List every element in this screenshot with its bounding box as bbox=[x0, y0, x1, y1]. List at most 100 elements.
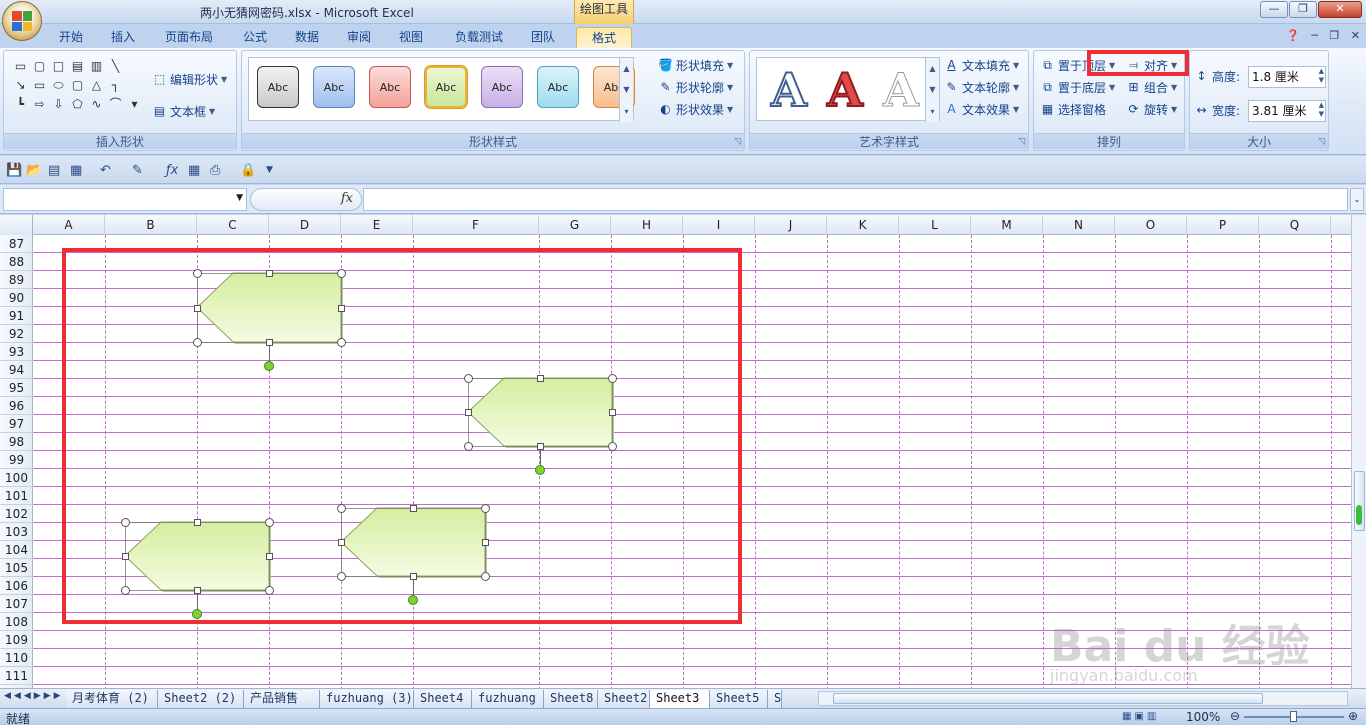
row-header[interactable]: 87 bbox=[0, 235, 33, 253]
column-header-e[interactable]: E bbox=[341, 215, 413, 235]
wordart-down-icon[interactable]: ▼ bbox=[929, 85, 935, 94]
tab-home[interactable]: 开始 bbox=[52, 27, 90, 48]
rect-shape-icon[interactable]: ▭ bbox=[12, 59, 29, 74]
right-arrow-shape-icon[interactable]: ⇨ bbox=[31, 97, 48, 112]
text-box-button[interactable]: ▤ 文本框 ▼ bbox=[152, 103, 215, 120]
row-header[interactable]: 101 bbox=[0, 487, 33, 505]
scroll-thumb[interactable] bbox=[833, 693, 1263, 704]
lock-icon[interactable]: 🔒 bbox=[240, 163, 256, 178]
save-icon[interactable]: 💾 bbox=[6, 163, 22, 178]
column-header-g[interactable]: G bbox=[539, 215, 611, 235]
square-shape-icon[interactable]: □ bbox=[50, 59, 67, 74]
column-header-j[interactable]: J bbox=[755, 215, 827, 235]
wordart-style-white[interactable]: A bbox=[875, 62, 927, 118]
tab-formulas[interactable]: 公式 bbox=[236, 27, 274, 48]
row-header[interactable]: 99 bbox=[0, 451, 33, 469]
help-icon[interactable]: ❓ bbox=[1286, 29, 1300, 42]
tab-data[interactable]: 数据 bbox=[288, 27, 326, 48]
style-swatch-purple[interactable]: Abc bbox=[481, 66, 523, 108]
elbow-shape-icon[interactable]: ┐ bbox=[107, 78, 124, 93]
row-header[interactable]: 95 bbox=[0, 379, 33, 397]
arc-shape-icon[interactable]: ⌒ bbox=[107, 97, 124, 112]
zoom-out-icon[interactable]: ⊖ bbox=[1230, 709, 1240, 723]
sheet-tab[interactable]: Sheet5 bbox=[710, 690, 768, 708]
zoom-slider[interactable] bbox=[1244, 711, 1344, 722]
row-header[interactable]: 106 bbox=[0, 577, 33, 595]
dialog-launcher-icon[interactable]: ◹ bbox=[1318, 137, 1325, 147]
gallery-down-icon[interactable]: ▼ bbox=[623, 85, 629, 94]
pentagon-shape-icon[interactable]: ⬠ bbox=[69, 97, 86, 112]
column-header-q[interactable]: Q bbox=[1259, 215, 1331, 235]
rounded-shape-icon[interactable]: ▢ bbox=[69, 78, 86, 93]
close-button[interactable]: ✕ bbox=[1318, 1, 1362, 18]
sheet-tab[interactable]: Sheet3 bbox=[650, 690, 710, 708]
column-header-o[interactable]: O bbox=[1115, 215, 1187, 235]
camera-icon[interactable]: ⎙ bbox=[210, 163, 220, 178]
dialog-launcher-icon[interactable]: ◹ bbox=[734, 137, 741, 147]
table-icon[interactable]: ▦ bbox=[188, 163, 200, 178]
height-input[interactable]: 1.8 厘米 ▲ ▼ bbox=[1248, 66, 1326, 88]
undo-icon[interactable]: ↶ bbox=[100, 163, 111, 178]
row-header[interactable]: 89 bbox=[0, 271, 33, 289]
rotate-button[interactable]: ⟳ 旋转 ▼ bbox=[1126, 101, 1177, 118]
shape-styles-gallery[interactable]: Abc Abc Abc Abc Abc Abc Abc ▲ ▼ ▾ bbox=[248, 57, 635, 122]
send-to-back-button[interactable]: ⧉ 置于底层 ▼ bbox=[1040, 79, 1115, 96]
arrow-line-shape-icon[interactable]: ↘ bbox=[12, 78, 29, 93]
tab-format[interactable]: 格式 bbox=[576, 27, 632, 48]
column-header-h[interactable]: H bbox=[611, 215, 683, 235]
wordart-up-icon[interactable]: ▲ bbox=[929, 64, 935, 73]
blank-shape-icon[interactable] bbox=[126, 59, 143, 74]
tab-insert[interactable]: 插入 bbox=[104, 27, 142, 48]
ribbon-minimize-icon[interactable]: ─ bbox=[1311, 29, 1318, 42]
insert-function-icon[interactable]: fx bbox=[341, 191, 353, 206]
width-input[interactable]: 3.81 厘米 ▲ ▼ bbox=[1248, 100, 1326, 122]
more-shapes-icon[interactable]: ▾ bbox=[126, 97, 143, 112]
function-icon[interactable]: ƒx bbox=[166, 163, 178, 178]
column-header-a[interactable]: A bbox=[33, 215, 105, 235]
style-swatch-gray[interactable]: Abc bbox=[257, 66, 299, 108]
tab-review[interactable]: 审阅 bbox=[340, 27, 378, 48]
shape-fill-button[interactable]: 🪣 形状填充 ▼ bbox=[658, 57, 733, 74]
down-arrow-shape-icon[interactable]: ⇩ bbox=[50, 97, 67, 112]
open-icon[interactable]: 📂 bbox=[26, 163, 42, 178]
row-header[interactable]: 105 bbox=[0, 559, 33, 577]
select-all-corner[interactable] bbox=[0, 215, 33, 235]
row-header[interactable]: 108 bbox=[0, 613, 33, 631]
sheet-tab[interactable]: fuzhuang bbox=[472, 690, 544, 708]
ribbon-close-icon[interactable]: ✕ bbox=[1351, 29, 1360, 42]
column-header-b[interactable]: B bbox=[105, 215, 197, 235]
formula-input[interactable] bbox=[363, 188, 1348, 211]
column-header-k[interactable]: K bbox=[827, 215, 899, 235]
column-header-c[interactable]: C bbox=[197, 215, 269, 235]
chevron-down-icon[interactable]: ▼ bbox=[236, 193, 243, 203]
wordart-gallery[interactable]: A A A ▲ ▼ ▾ bbox=[756, 57, 940, 122]
customize-qat-icon[interactable]: ▼ bbox=[266, 165, 273, 175]
wordart-style-red[interactable]: A bbox=[819, 62, 871, 118]
curve-shape-icon[interactable]: ∿ bbox=[88, 97, 105, 112]
sheet-tab[interactable]: fuzhuang (3) bbox=[320, 690, 414, 708]
tab-load-test[interactable]: 负载测试 bbox=[448, 27, 510, 48]
ribbon-restore-icon[interactable]: ❐ bbox=[1329, 29, 1339, 42]
zoom-level[interactable]: 100% bbox=[1186, 710, 1220, 724]
sheet-tab[interactable]: Sheet2 bbox=[598, 690, 650, 708]
style-swatch-blue[interactable]: Abc bbox=[313, 66, 355, 108]
row-header[interactable]: 100 bbox=[0, 469, 33, 487]
row-header[interactable]: 102 bbox=[0, 505, 33, 523]
column-header-f[interactable]: F bbox=[413, 215, 539, 235]
zoom-in-icon[interactable]: ⊕ bbox=[1348, 709, 1358, 723]
text-outline-button[interactable]: ✎ 文本轮廓 ▼ bbox=[944, 79, 1019, 96]
row-header[interactable]: 111 bbox=[0, 667, 33, 685]
gallery-up-icon[interactable]: ▲ bbox=[623, 64, 629, 73]
style-swatch-green[interactable]: Abc bbox=[425, 66, 467, 108]
column-header-m[interactable]: M bbox=[971, 215, 1043, 235]
oval-shape-icon[interactable]: ⬭ bbox=[50, 78, 67, 93]
print-preview-icon[interactable]: ▤ bbox=[48, 163, 60, 178]
triangle-shape-icon[interactable]: △ bbox=[88, 78, 105, 93]
rounded-rect-shape-icon[interactable]: ▢ bbox=[31, 59, 48, 74]
row-header[interactable]: 110 bbox=[0, 649, 33, 667]
column-header-n[interactable]: N bbox=[1043, 215, 1115, 235]
blank-shape-icon-2[interactable] bbox=[126, 78, 143, 93]
restore-button[interactable]: ❐ bbox=[1289, 1, 1317, 18]
column-header-d[interactable]: D bbox=[269, 215, 341, 235]
connector-shape-icon[interactable]: ┗ bbox=[12, 97, 29, 112]
